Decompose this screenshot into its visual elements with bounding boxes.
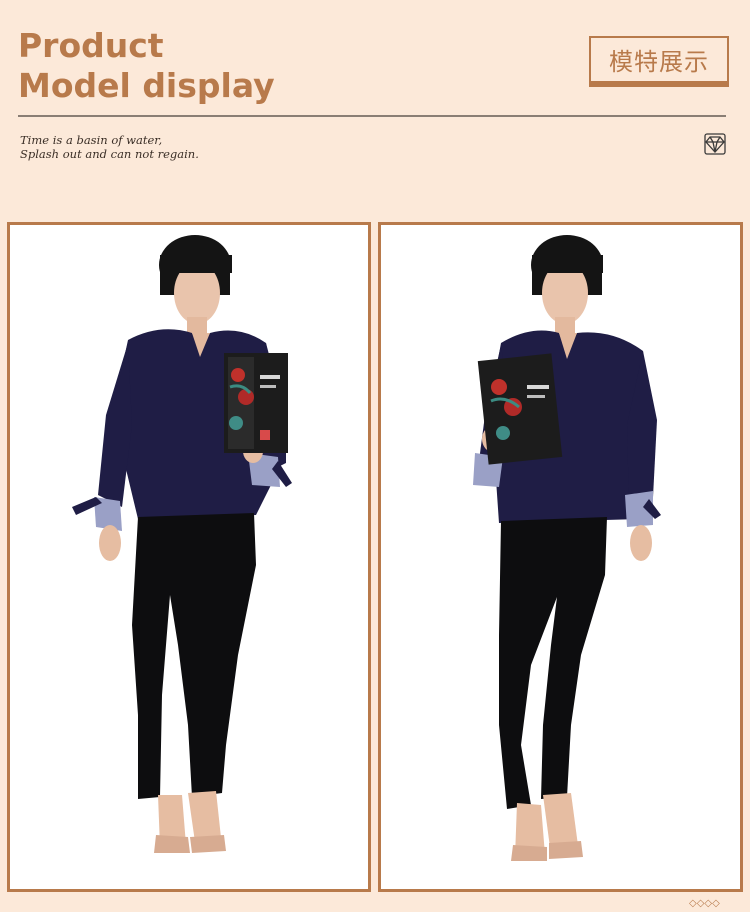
tagline: Time is a basin of water, Splash out and… <box>20 133 199 161</box>
tagline-line-2: Splash out and can not regain. <box>20 147 199 161</box>
badge-label: 模特展示 <box>589 36 729 81</box>
model-illustration-angled <box>473 235 661 861</box>
page-title: Product Model display <box>18 26 275 106</box>
badge-underline <box>589 81 729 87</box>
diamond-outline-icon <box>704 133 726 155</box>
title-line-2: Model display <box>18 66 275 105</box>
title-line-1: Product <box>18 26 164 65</box>
diamond-dots-icon: ◇◇◇◇ <box>689 898 720 909</box>
tagline-line-1: Time is a basin of water, <box>20 133 163 147</box>
header-divider <box>18 115 726 117</box>
model-illustration-front <box>72 235 292 853</box>
section-badge: 模特展示 <box>589 36 729 88</box>
model-photo-left <box>7 222 371 892</box>
model-photo-right <box>378 222 743 892</box>
